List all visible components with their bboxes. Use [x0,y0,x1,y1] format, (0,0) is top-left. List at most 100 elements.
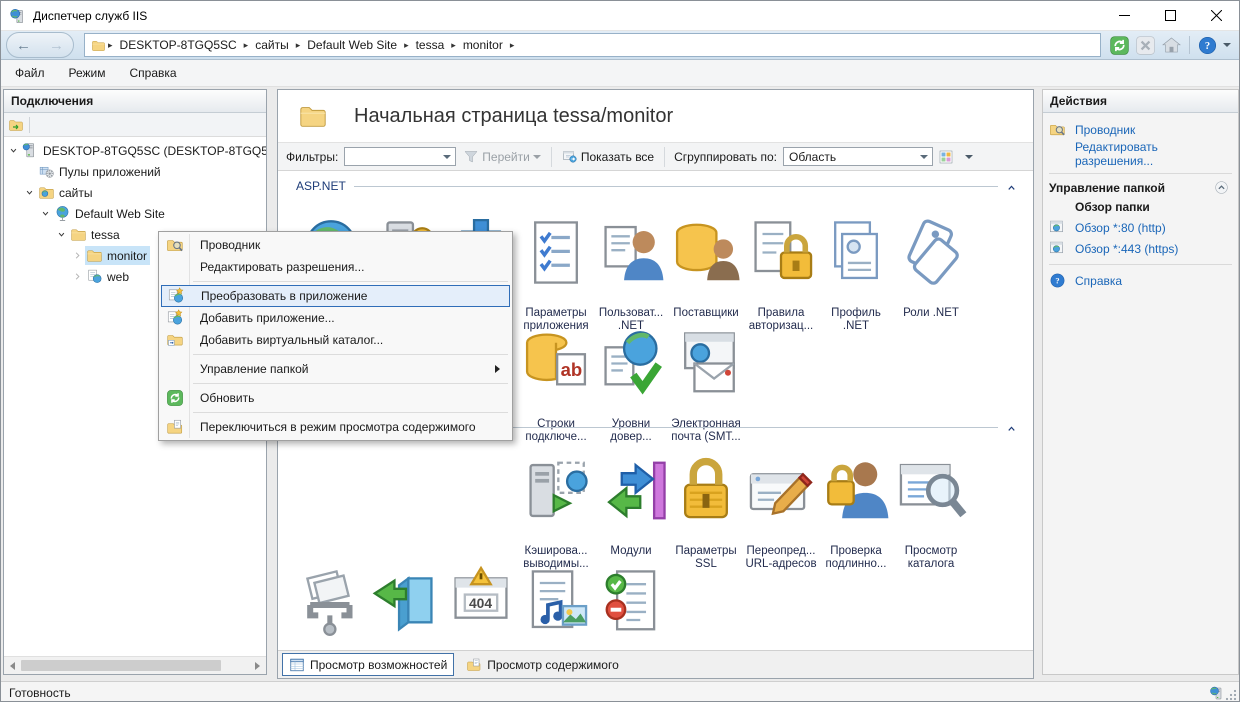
expander-open-icon[interactable] [24,187,35,198]
tab-features-view[interactable]: Просмотр возможностей [282,653,454,676]
menu-item[interactable]: Управление папкой [161,358,510,380]
tab-label: Просмотр возможностей [310,658,447,672]
tree-item-desktop-8tgq5sc[interactable]: DESKTOP-8TGQ5SC (DESKTOP-8TGQ5SC\в [4,140,266,161]
breadcrumb-item[interactable]: tessa [410,38,451,52]
svg-text:ab: ab [561,359,583,380]
view-mode-button[interactable] [937,146,961,168]
breadcrumb-item[interactable]: сайты [249,38,295,52]
feature-tile[interactable]: Параметры приложения [519,198,593,304]
breadcrumb-item[interactable]: Default Web Site [301,38,403,52]
sites-folder-icon [38,184,55,201]
menu-режим[interactable]: Режим [59,62,116,84]
tab-content-view[interactable]: Просмотр содержимого [460,654,624,675]
expander-open-icon[interactable] [40,208,51,219]
tree-node[interactable]: web [85,267,132,286]
forward-button[interactable]: → [49,38,64,53]
action-edit-permissions[interactable]: Редактировать разрешения... [1049,140,1234,168]
tree-item-пулы[interactable]: Пулы приложений [4,161,266,182]
close-button[interactable] [1193,1,1239,30]
feature-tile[interactable]: Пользоват... .NET [594,198,668,304]
action-explorer[interactable]: Проводник [1049,119,1234,140]
menu-separator [193,281,508,282]
menu-файл[interactable]: Файл [5,62,55,84]
stop-button[interactable] [1135,35,1156,56]
feature-tile[interactable]: Переопред... URL-адресов [744,436,818,542]
providers-icon [669,201,743,304]
group-by-combo[interactable]: Область [783,147,933,166]
feature-tile[interactable]: Кэширова... выводимы... [519,436,593,542]
expander-closed-icon[interactable] [72,250,83,261]
tree-item-label: DESKTOP-8TGQ5SC (DESKTOP-8TGQ5SC\в [43,144,266,158]
tree-node[interactable]: сайты [37,183,96,202]
feature-tile[interactable]: Просмотр каталога [894,436,968,542]
toolbar-divider [664,147,665,167]
help-dropdown-caret[interactable] [1223,43,1231,47]
menu-справка[interactable]: Справка [120,62,187,84]
tree-item-default[interactable]: Default Web Site [4,203,266,224]
expander-closed-icon[interactable] [72,271,83,282]
breadcrumb-item[interactable]: monitor [457,38,509,52]
tree-horizontal-scrollbar[interactable] [4,656,266,674]
browse-folder-title: Обзор папки [1075,200,1234,214]
help-button[interactable]: ? [1197,35,1218,56]
tree-node[interactable]: DESKTOP-8TGQ5SC (DESKTOP-8TGQ5SC\в [21,141,266,160]
feature-tile[interactable]: 404Страницы ошибок [444,547,518,650]
tree-node[interactable]: tessa [69,225,123,244]
go-button[interactable]: Перейти [460,149,544,165]
feature-tile[interactable]: abСтроки подключе... [519,309,593,415]
tree-item-сайты[interactable]: сайты [4,182,266,203]
scroll-right-arrow[interactable] [255,662,260,670]
breadcrumb[interactable]: ▸DESKTOP-8TGQ5SC▸сайты▸Default Web Site▸… [84,33,1101,57]
iis-app-icon [9,7,27,25]
menu-item[interactable]: Преобразовать в приложение [161,285,510,307]
feature-tile[interactable]: Роли .NET [894,198,968,304]
collapse-button[interactable] [1213,179,1230,196]
feature-tile[interactable]: Поставщики [669,198,743,304]
filters-combo[interactable] [344,147,456,166]
feature-tile[interactable]: Модули [594,436,668,542]
menu-item[interactable]: Добавить приложение... [161,307,510,329]
smtp-icon [669,312,743,415]
show-all-button[interactable]: Показать все [559,149,657,165]
menu-item[interactable]: Обновить [161,387,510,409]
action-browse-https[interactable]: Обзор *:443 (https) [1049,238,1234,259]
new-connection-icon[interactable] [8,117,24,133]
actions-header: Действия [1043,90,1238,113]
feature-tile[interactable]: Типы MIME [519,547,593,650]
feature-tile[interactable]: Правила авторизац... [744,198,818,304]
tree-node[interactable]: monitor [85,246,150,265]
feature-tile[interactable]: Сопостав... обработч... [369,547,443,650]
maximize-button[interactable] [1147,1,1193,30]
minimize-button[interactable] [1101,1,1147,30]
tree-node[interactable]: Default Web Site [53,204,168,223]
refresh-button[interactable] [1109,35,1130,56]
collapse-chevron-icon[interactable] [1006,423,1017,431]
view-mode-caret[interactable] [965,155,973,159]
scroll-left-arrow[interactable] [10,662,15,670]
collapse-chevron-icon[interactable] [1006,182,1017,190]
menu-item[interactable]: Добавить виртуальный каталог... [161,329,510,351]
back-button[interactable]: ← [16,38,31,53]
feature-tile[interactable]: Профиль .NET [819,198,893,304]
tree-node[interactable]: Пулы приложений [37,162,164,181]
feature-tile[interactable]: Параметры SSL [669,436,743,542]
scroll-thumb[interactable] [21,660,221,671]
feature-tile[interactable]: Проверка подлинно... [819,436,893,542]
iis-manager-window: Диспетчер служб IIS ← → ▸DESKTOP-8TGQ5SC… [0,0,1240,702]
auth-rules-icon [744,201,818,304]
menu-item[interactable]: Проводник [161,234,510,256]
home-button[interactable] [1161,35,1182,56]
feature-tile[interactable]: Электронная почта (SMT... [669,309,743,415]
expander-open-icon[interactable] [56,229,67,240]
action-browse-http[interactable]: Обзор *:80 (http) [1049,217,1234,238]
feature-tile[interactable]: Фильтрация запросов [594,547,668,650]
menu-item[interactable]: Редактировать разрешения... [161,256,510,278]
menu-item[interactable]: Переключиться в режим просмотра содержим… [161,416,510,438]
action-help[interactable]: ? Справка [1049,270,1234,291]
url-rewrite-icon [744,439,818,542]
breadcrumb-item[interactable]: DESKTOP-8TGQ5SC [114,38,243,52]
expander-open-icon[interactable] [8,145,19,156]
feature-tile[interactable]: Уровни довер... [594,309,668,415]
resize-grip[interactable] [1225,689,1237,701]
feature-tile[interactable]: Сжатие [294,547,368,650]
